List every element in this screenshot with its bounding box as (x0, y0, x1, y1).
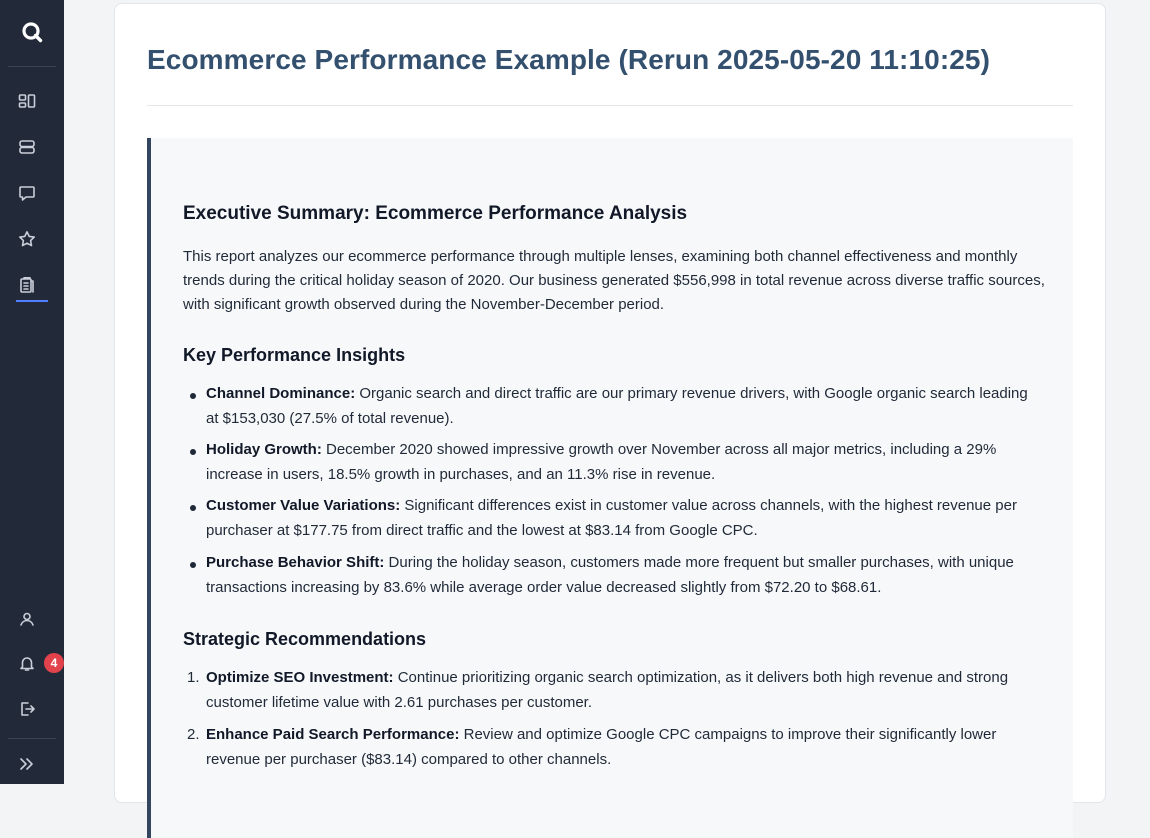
logout-icon[interactable] (14, 696, 40, 722)
recommendations-heading: Strategic Recommendations (183, 629, 427, 649)
list-number: 2. (187, 726, 200, 743)
expand-icon[interactable] (14, 751, 40, 777)
active-nav-indicator (16, 300, 48, 302)
bullet-marker (190, 393, 196, 399)
logo-search-icon[interactable] (0, 0, 64, 64)
bell-icon[interactable] (14, 650, 40, 676)
insight-lead: Holiday Growth: (206, 441, 322, 458)
insight-lead: Purchase Behavior Shift: (206, 554, 385, 571)
sidebar-divider (8, 738, 56, 739)
summary-heading: Executive Summary: Ecommerce Performance… (183, 203, 688, 224)
list-item: Channel Dominance: Organic search and di… (206, 382, 1036, 431)
bullet-marker (190, 562, 196, 568)
bullet-marker (190, 505, 196, 511)
title-divider (147, 105, 1073, 106)
dashboard-icon[interactable] (14, 88, 40, 114)
recommendation-lead: Enhance Paid Search Performance: (206, 726, 460, 743)
insight-text: December 2020 showed impressive growth o… (206, 441, 997, 483)
notification-badge: 4 (44, 653, 64, 673)
insights-heading: Key Performance Insights (183, 345, 406, 365)
recommendation-lead: Optimize SEO Investment: (206, 669, 394, 686)
list-number: 1. (187, 669, 200, 686)
summary-text: This report analyzes our ecommerce perfo… (183, 248, 1045, 313)
list-item: Holiday Growth: December 2020 showed imp… (206, 438, 1036, 487)
list-item: Customer Value Variations: Significant d… (206, 494, 1036, 543)
page-title: Ecommerce Performance Example (Rerun 202… (147, 44, 991, 75)
insight-lead: Channel Dominance: (206, 385, 356, 402)
chat-icon[interactable] (14, 180, 40, 206)
user-icon[interactable] (14, 606, 40, 632)
main-content: Ecommerce Performance Example (Rerun 202… (64, 0, 1150, 838)
list-item: Purchase Behavior Shift: During the holi… (206, 551, 1036, 600)
list-item: Optimize SEO Investment: Continue priori… (206, 666, 1036, 715)
sidebar: 4 (0, 0, 64, 784)
report-card: Ecommerce Performance Example (Rerun 202… (114, 3, 1106, 838)
report-body: Executive Summary: Ecommerce Performance… (147, 138, 1073, 838)
bullet-marker (190, 449, 196, 455)
sidebar-divider (8, 66, 56, 67)
database-icon[interactable] (14, 134, 40, 160)
star-icon[interactable] (14, 226, 40, 252)
reports-icon[interactable] (14, 272, 40, 298)
list-item: Enhance Paid Search Performance: Review … (206, 723, 1036, 772)
insight-lead: Customer Value Variations: (206, 497, 401, 514)
